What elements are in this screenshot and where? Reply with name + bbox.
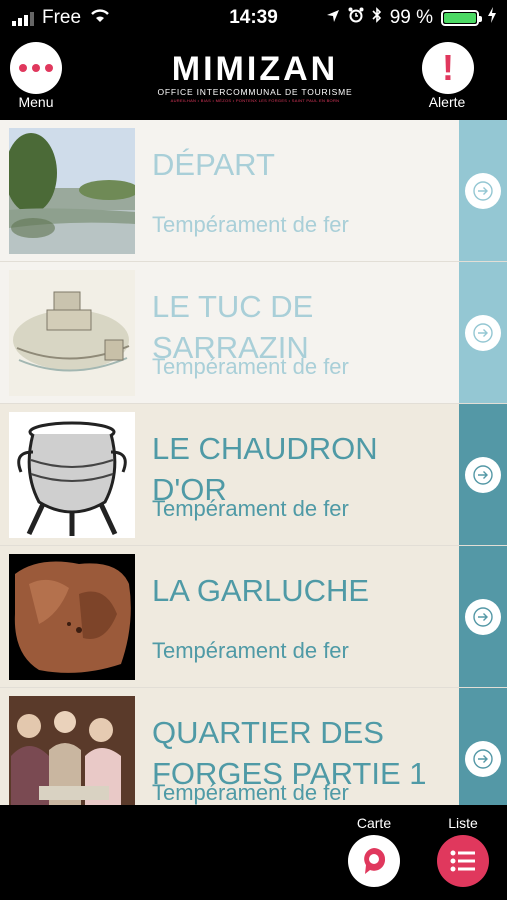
open-item-button[interactable] <box>465 598 501 635</box>
logo-title: MIMIZAN <box>171 50 339 88</box>
item-subtitle: Tempérament de fer <box>152 354 349 379</box>
rock-stone-image <box>9 554 135 680</box>
battery-icon <box>441 10 482 26</box>
arrow-right-icon <box>473 322 493 343</box>
arrow-right-icon <box>473 748 493 769</box>
alert-label: Alerte <box>428 94 466 110</box>
castle-drawing-image <box>9 270 135 396</box>
list-item[interactable]: DÉPART Tempérament de fer <box>0 120 507 262</box>
menu-button[interactable] <box>10 42 62 94</box>
logo-towns: AUREILHAN • BIAS • MÉZOS • PONTENX LES F… <box>170 98 340 103</box>
list-button[interactable] <box>437 835 489 887</box>
item-title: DÉPART <box>152 147 275 182</box>
open-item-button[interactable] <box>465 740 501 777</box>
list-icon <box>450 850 475 872</box>
map-button[interactable] <box>348 835 400 887</box>
item-subtitle: Tempérament de fer <box>152 496 349 521</box>
stops-list[interactable]: DÉPART Tempérament de fer LE TUC DE SARR… <box>0 120 507 805</box>
arrow-right-icon <box>473 606 493 627</box>
item-subtitle: Tempérament de fer <box>152 780 349 805</box>
item-subtitle: Tempérament de fer <box>152 638 349 663</box>
item-title: LA GARLUCHE <box>152 573 370 608</box>
alarm-icon <box>348 7 364 29</box>
item-side-bar <box>459 546 507 687</box>
app-header: Menu MIMIZAN OFFICE INTERCOMMUNAL DE TOU… <box>0 36 507 120</box>
item-subtitle: Tempérament de fer <box>152 212 349 237</box>
list-item[interactable]: LE TUC DE SARRAZIN Tempérament de fer <box>0 262 507 404</box>
map-label: Carte <box>356 815 392 831</box>
list-label: Liste <box>448 815 478 831</box>
charging-icon <box>487 7 497 29</box>
item-side-bar <box>459 404 507 545</box>
bluetooth-icon <box>372 7 382 29</box>
alert-button[interactable]: ! <box>422 42 474 94</box>
status-bar: Free 14:39 99 % <box>0 0 507 36</box>
cauldron-engraving-image <box>9 412 135 538</box>
location-icon <box>326 7 340 29</box>
painting-group-image <box>9 696 135 805</box>
logo-subtitle: OFFICE INTERCOMMUNAL DE TOURISME <box>157 87 353 97</box>
battery-percent: 99 % <box>389 7 433 28</box>
list-item[interactable]: LE CHAUDRON D'OR Tempérament de fer <box>0 404 507 546</box>
exclamation-icon: ! <box>442 47 454 88</box>
more-dots-icon <box>19 64 53 72</box>
river-landscape-image <box>9 128 135 254</box>
list-item[interactable]: LA GARLUCHE Tempérament de fer <box>0 546 507 688</box>
mimizan-logo: MIMIZAN OFFICE INTERCOMMUNAL DE TOURISME… <box>150 52 360 103</box>
open-item-button[interactable] <box>465 172 501 209</box>
menu-label: Menu <box>18 94 54 110</box>
open-item-button[interactable] <box>465 314 501 351</box>
bottom-bar: Carte Liste <box>0 805 507 900</box>
item-side-bar <box>459 262 507 403</box>
map-pin-icon <box>364 848 386 874</box>
open-item-button[interactable] <box>465 456 501 493</box>
item-side-bar <box>459 120 507 261</box>
arrow-right-icon <box>473 180 493 201</box>
item-side-bar <box>459 688 507 805</box>
arrow-right-icon <box>473 464 493 485</box>
list-item[interactable]: QUARTIER DES FORGES PARTIE 1 Tempérament… <box>0 688 507 805</box>
